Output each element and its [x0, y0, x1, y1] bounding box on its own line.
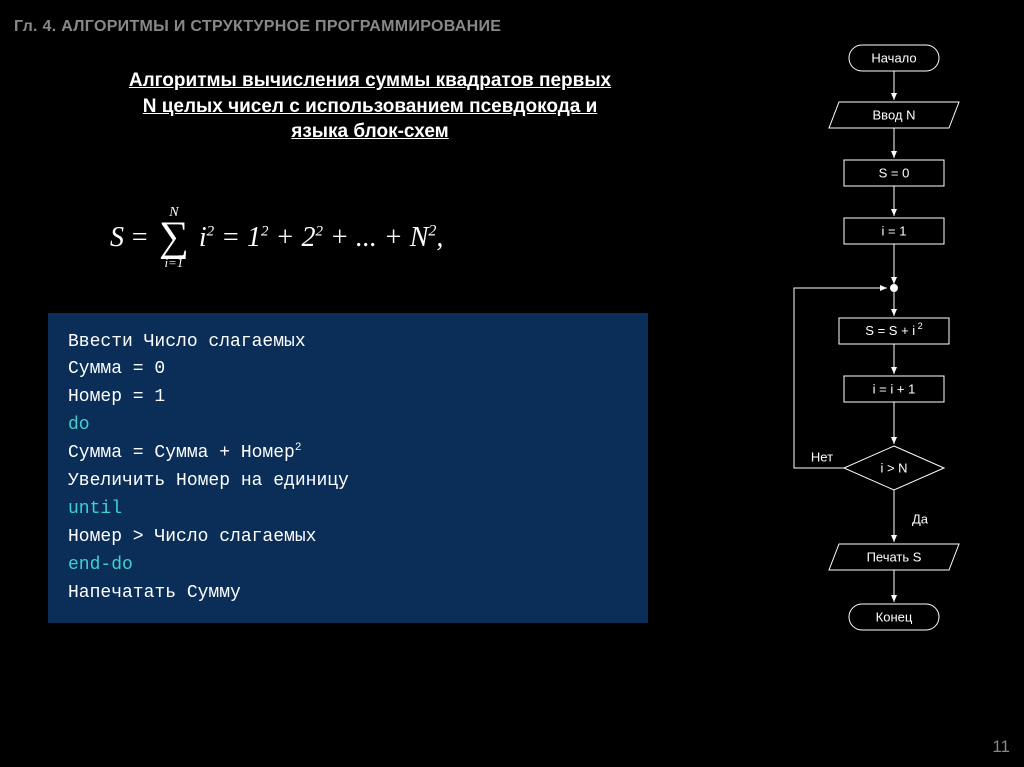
flow-cond: i > N	[880, 460, 907, 475]
code-l1: Ввести Число слагаемых	[68, 329, 628, 357]
flow-ii: i = i + 1	[873, 381, 916, 396]
page-number: 11	[992, 737, 1010, 757]
code-l8: Номер > Число слагаемых	[68, 524, 628, 552]
code-l10: Напечатать Сумму	[68, 580, 628, 608]
formula-S: S	[110, 222, 124, 254]
formula-body: i2 = 12 + 22 + ... + N2,	[199, 222, 444, 254]
formula: S = N ∑ i=1 i2 = 12 + 22 + ... + N2,	[110, 205, 710, 271]
left-column: Алгоритмы вычисления суммы квадратов пер…	[30, 50, 710, 623]
code-l5: Сумма = Сумма + Номер2	[68, 440, 628, 468]
code-l7-until: until	[68, 496, 628, 524]
flow-s0: S = 0	[879, 165, 910, 180]
title-line1: Алгоритмы вычисления суммы квадратов пер…	[129, 70, 611, 91]
sigma-icon: N ∑ i=1	[159, 205, 189, 271]
flow-end: Конец	[876, 609, 913, 624]
flow-input: Ввод N	[873, 107, 916, 122]
slide-title: Алгоритмы вычисления суммы квадратов пер…	[120, 68, 620, 145]
code-l6: Увеличить Номер на единицу	[68, 468, 628, 496]
flow-i1: i = 1	[882, 223, 907, 238]
sigma-lower: i=1	[164, 255, 183, 271]
title-line3: языка блок-схем	[291, 121, 448, 142]
flow-no: Нет	[811, 449, 833, 464]
code-l2: Сумма = 0	[68, 356, 628, 384]
title-line2: N целых чисел с использованием псевдокод…	[143, 96, 598, 117]
sigma-symbol: ∑	[159, 221, 189, 255]
flow-yes: Да	[912, 511, 929, 526]
flow-ssi: S = S + i 2	[865, 321, 922, 338]
pseudocode-box: Ввести Число слагаемых Сумма = 0 Номер =…	[48, 313, 648, 624]
flow-start: Начало	[871, 50, 916, 65]
code-l9-enddo: end-do	[68, 552, 628, 580]
formula-eq1: =	[130, 222, 149, 254]
code-l4-do: do	[68, 412, 628, 440]
flow-print: Печать S	[867, 549, 922, 564]
chapter-heading: Гл. 4. АЛГОРИТМЫ И СТРУКТУРНОЕ ПРОГРАММИ…	[0, 0, 1024, 36]
code-l3: Номер = 1	[68, 384, 628, 412]
flowchart: Начало Ввод N S = 0 i = 1 S = S + i 2 i …	[774, 40, 994, 740]
